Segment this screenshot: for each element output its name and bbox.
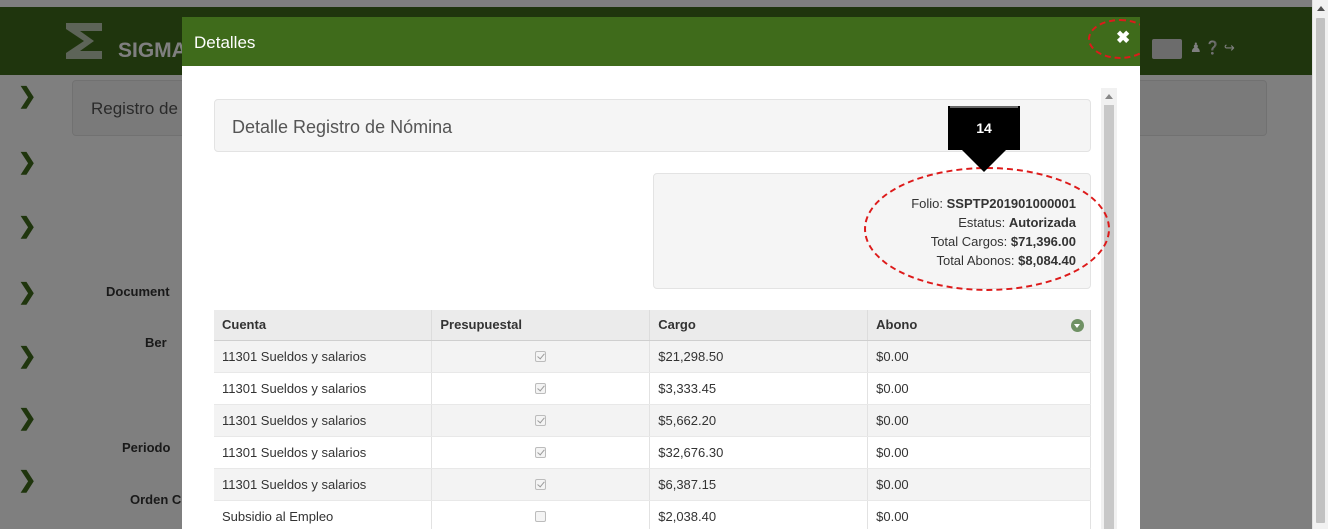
cell-cuenta: 11301 Sueldos y salarios — [214, 468, 433, 501]
checkbox-unchecked — [535, 510, 547, 522]
cell-cargo: $3,333.45 — [649, 372, 869, 405]
modal-header: Detalles ✖ — [182, 17, 1140, 66]
cell-cuenta: 11301 Sueldos y salarios — [214, 436, 433, 469]
checkbox-checked — [535, 350, 547, 362]
checkbox-checked — [535, 382, 547, 394]
cell-abono: $0.00 — [867, 372, 1091, 405]
modal-body: Detalle Registro de Nómina Folio: SSPTP2… — [182, 66, 1140, 529]
cell-cargo: $6,387.15 — [649, 468, 869, 501]
table-row[interactable]: 11301 Sueldos y salarios $5,662.20 $0.00 — [214, 404, 1091, 437]
cell-abono: $0.00 — [867, 500, 1091, 529]
cell-cargo: $2,038.40 — [649, 500, 869, 529]
cell-presupuestal — [431, 436, 651, 469]
scroll-up-icon[interactable] — [1105, 94, 1113, 99]
cell-presupuestal — [431, 340, 651, 373]
scroll-up-icon[interactable] — [1317, 6, 1325, 11]
cell-abono: $0.00 — [867, 468, 1091, 501]
modal-scrollbar[interactable] — [1101, 88, 1117, 529]
column-header-abono[interactable]: Abono — [867, 310, 1091, 341]
modal-title: Detalles — [194, 33, 256, 52]
cell-abono: $0.00 — [867, 436, 1091, 469]
cell-cuenta: 11301 Sueldos y salarios — [214, 340, 433, 373]
checkbox-checked — [535, 446, 547, 458]
cell-cuenta: 11301 Sueldos y salarios — [214, 404, 433, 437]
table-row[interactable]: 11301 Sueldos y salarios $3,333.45 $0.00 — [214, 372, 1091, 405]
cell-cuenta: Subsidio al Empleo — [214, 500, 433, 529]
table-row[interactable]: 11301 Sueldos y salarios $6,387.15 $0.00 — [214, 468, 1091, 501]
step-badge-number: 14 — [976, 120, 992, 136]
cell-cargo: $5,662.20 — [649, 404, 869, 437]
table-header-row: Cuenta Presupuestal Cargo Abono — [214, 310, 1091, 341]
details-modal: Detalles ✖ Detalle Registro de Nómina Fo… — [182, 17, 1140, 529]
arrow-down-badge-icon — [948, 106, 1020, 172]
close-annotation-circle — [1088, 19, 1140, 59]
cell-abono: $0.00 — [867, 404, 1091, 437]
cell-presupuestal — [431, 468, 651, 501]
column-menu-icon[interactable] — [1071, 319, 1084, 332]
detail-table: Cuenta Presupuestal Cargo Abono 11301 Su… — [214, 310, 1091, 529]
cell-presupuestal — [431, 404, 651, 437]
cell-cargo: $21,298.50 — [649, 340, 869, 373]
page-scroll-thumb[interactable] — [1316, 18, 1325, 523]
modal-scroll-thumb[interactable] — [1104, 105, 1114, 529]
cell-presupuestal — [431, 372, 651, 405]
step-badge: 14 — [944, 106, 1024, 172]
column-header-cuenta[interactable]: Cuenta — [214, 310, 433, 341]
checkbox-checked — [535, 478, 547, 490]
page-scrollbar[interactable] — [1312, 0, 1328, 529]
column-header-presupuestal[interactable]: Presupuestal — [431, 310, 651, 341]
column-header-abono-label: Abono — [876, 317, 918, 333]
table-row[interactable]: 11301 Sueldos y salarios $32,676.30 $0.0… — [214, 436, 1091, 469]
table-row[interactable]: Subsidio al Empleo $2,038.40 $0.00 — [214, 500, 1091, 529]
cell-abono: $0.00 — [867, 340, 1091, 373]
panel-heading-title: Detalle Registro de Nómina — [232, 117, 453, 137]
summary-annotation-circle — [864, 167, 1110, 291]
cell-cargo: $32,676.30 — [649, 436, 869, 469]
table-row[interactable]: 11301 Sueldos y salarios $21,298.50 $0.0… — [214, 340, 1091, 373]
column-header-cargo[interactable]: Cargo — [649, 310, 869, 341]
checkbox-checked — [535, 414, 547, 426]
cell-cuenta: 11301 Sueldos y salarios — [214, 372, 433, 405]
cell-presupuestal — [431, 500, 651, 529]
